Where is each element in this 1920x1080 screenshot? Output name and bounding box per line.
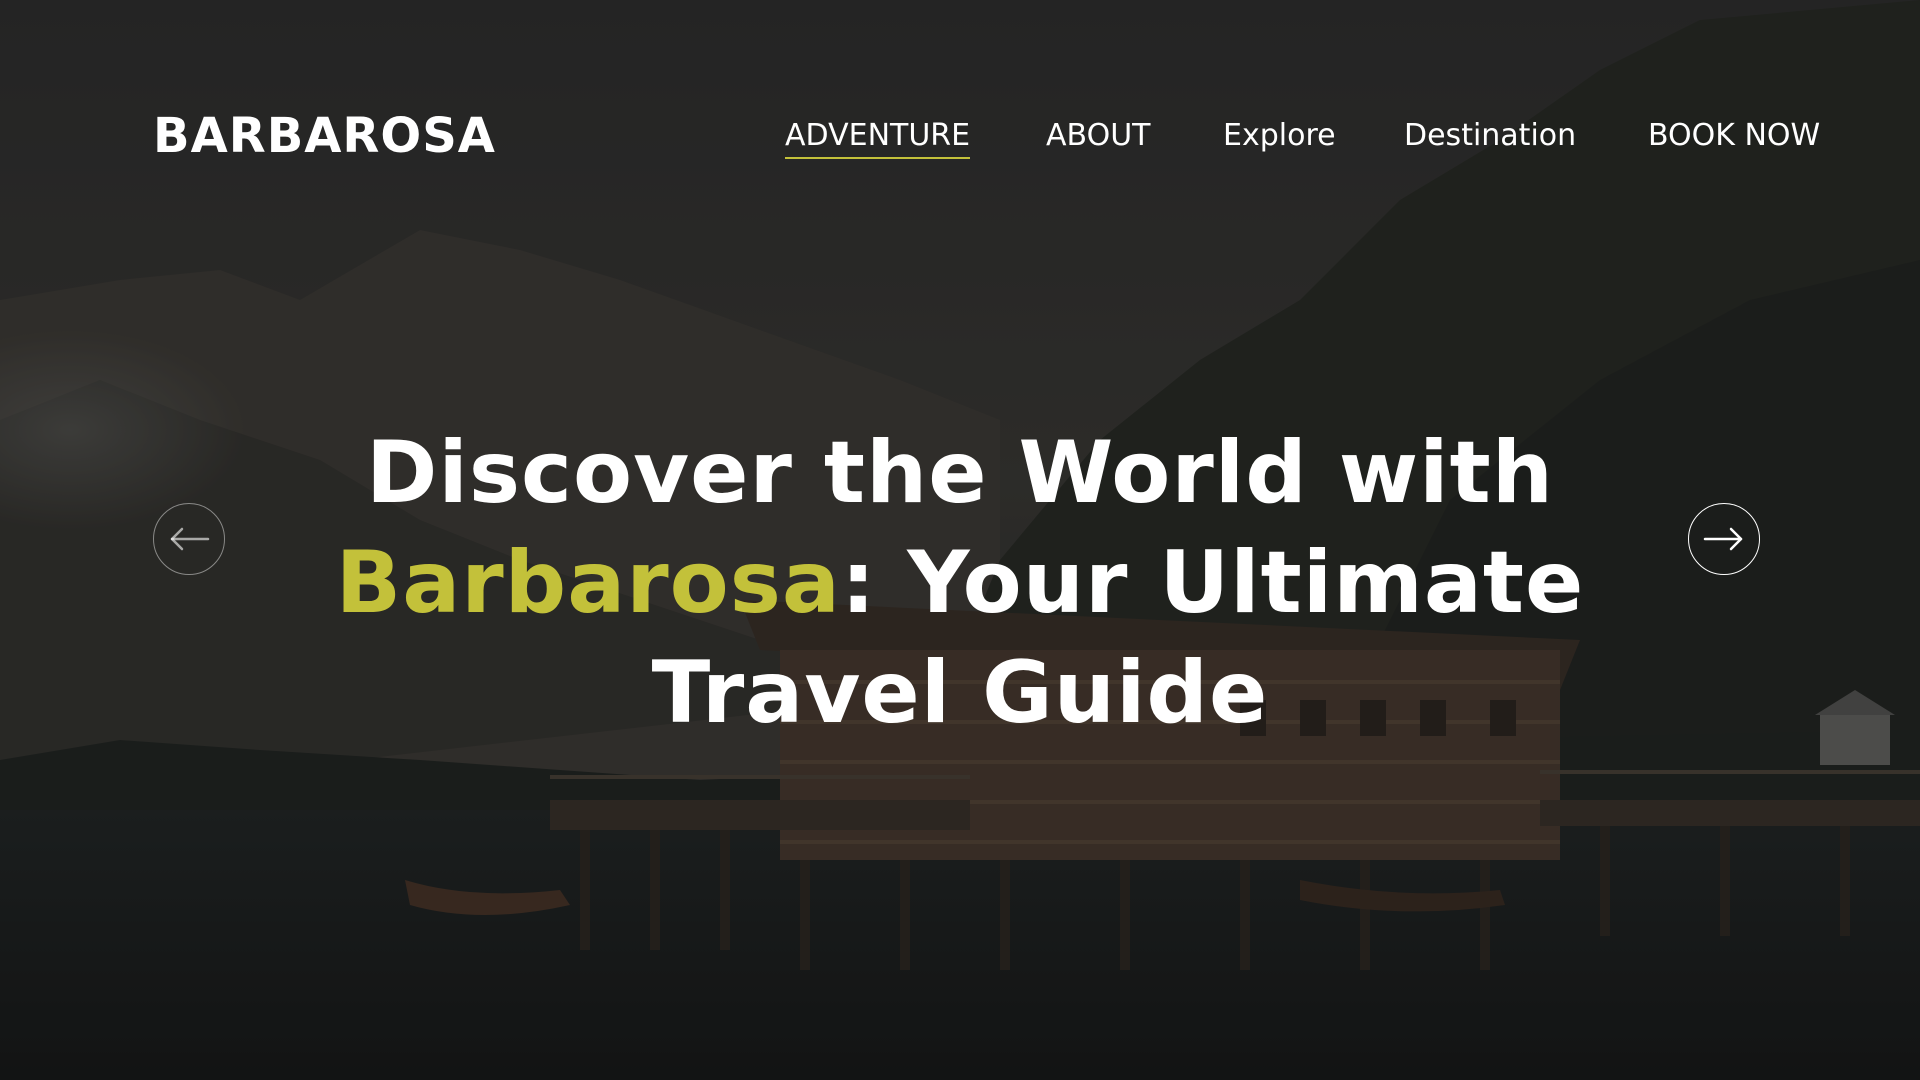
hero-headline-line3: Travel Guide bbox=[651, 643, 1269, 743]
hero-headline: Discover the World with Barbarosa: Your … bbox=[300, 418, 1620, 748]
arrow-right-icon bbox=[1703, 527, 1743, 551]
hero-headline-line2: : Your Ultimate bbox=[840, 533, 1585, 633]
carousel-prev-button[interactable] bbox=[153, 503, 225, 575]
nav-item-about[interactable]: ABOUT bbox=[1046, 118, 1150, 157]
nav-item-book-now[interactable]: BOOK NOW bbox=[1648, 118, 1820, 157]
nav-item-destination[interactable]: Destination bbox=[1404, 118, 1576, 157]
hero-headline-highlight: Barbarosa bbox=[335, 533, 841, 633]
nav-item-explore[interactable]: Explore bbox=[1223, 118, 1336, 157]
hero-headline-line1: Discover the World with bbox=[366, 423, 1554, 523]
carousel-next-button[interactable] bbox=[1688, 503, 1760, 575]
hero-section: BARBAROSA ADVENTURE ABOUT Explore Destin… bbox=[0, 0, 1920, 1080]
nav-item-adventure[interactable]: ADVENTURE bbox=[785, 118, 971, 159]
arrow-left-icon bbox=[170, 527, 210, 551]
main-nav: ADVENTURE ABOUT Explore Destination BOOK… bbox=[0, 118, 1920, 162]
